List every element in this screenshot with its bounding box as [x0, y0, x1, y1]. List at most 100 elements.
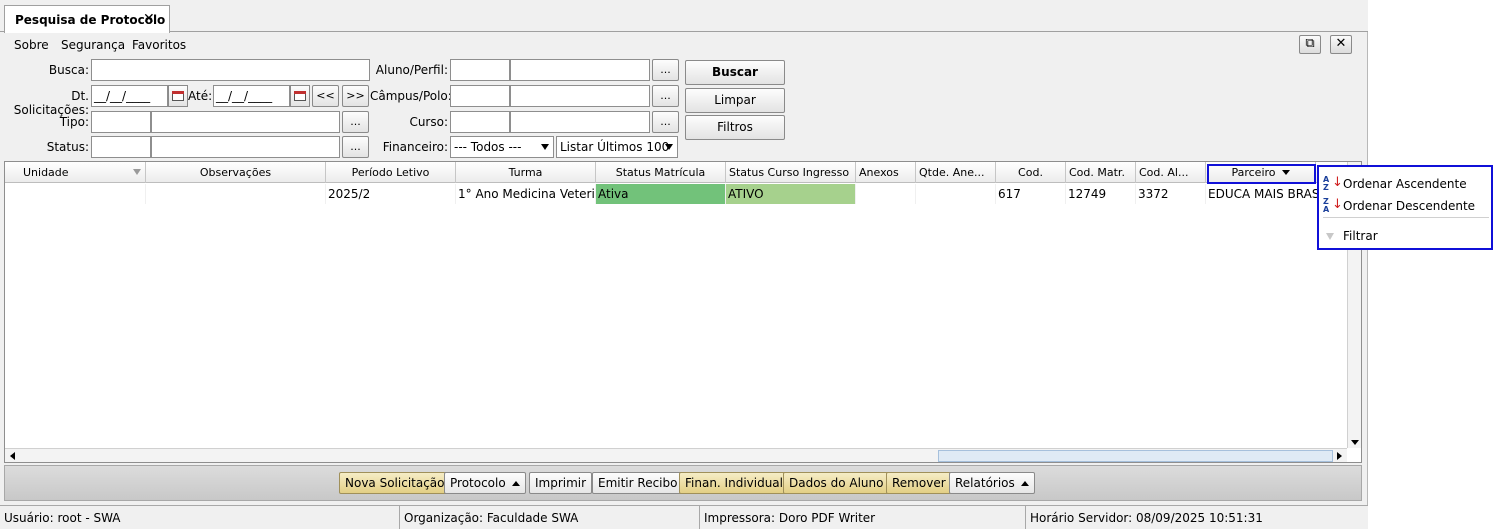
protocol-search-window: Pesquisa de Protocolo ✕ Sobre Segurança …	[0, 0, 1368, 529]
status-bar: Usuário: root - SWA Organização: Faculda…	[0, 505, 1368, 529]
scroll-down-icon[interactable]	[1351, 440, 1359, 445]
tipo-lookup-button[interactable]: ...	[342, 111, 369, 133]
cell-observacoes	[146, 184, 326, 204]
menu-item-ordenar-descendente[interactable]: Z A ↓ Ordenar Descendente	[1319, 195, 1491, 217]
grid-header: Unidade Observações Período Letivo Turma…	[5, 162, 1347, 183]
aluno-lookup-button[interactable]: ...	[652, 59, 679, 81]
close-icon[interactable]: ✕	[143, 11, 155, 27]
chevron-up-icon	[511, 481, 520, 486]
dt-to-input[interactable]: __/__/____	[213, 85, 290, 107]
col-turma[interactable]: Turma	[456, 162, 596, 183]
popout-icon[interactable]: ⧉	[1299, 35, 1321, 54]
campus-code-input[interactable]	[450, 85, 510, 107]
status-impressora: Impressora: Doro PDF Writer	[700, 506, 1026, 529]
limpar-button[interactable]: Limpar	[685, 88, 785, 113]
relatorios-button[interactable]: Relatórios	[949, 472, 1035, 494]
remover-button[interactable]: Remover	[886, 472, 952, 494]
col-status-curso-ingresso[interactable]: Status Curso Ingresso	[726, 162, 856, 183]
menu-sobre[interactable]: Sobre	[14, 38, 49, 52]
cell-qtde-anexos	[916, 184, 996, 204]
protocolo-button[interactable]: Protocolo	[444, 472, 526, 494]
filtros-button[interactable]: Filtros	[685, 115, 785, 140]
menu-bar: Sobre Segurança Favoritos ⧉ ✕	[4, 33, 1362, 55]
tab-strip: Pesquisa de Protocolo ✕	[0, 0, 1368, 33]
aluno-code-input[interactable]	[450, 59, 510, 81]
dados-do-aluno-button[interactable]: Dados do Aluno	[783, 472, 890, 494]
status-lookup-button[interactable]: ...	[342, 136, 369, 158]
aluno-perfil-label: Aluno/Perfil:	[375, 63, 448, 77]
action-toolbar: Nova Solicitação Protocolo Imprimir Emit…	[4, 465, 1362, 501]
menu-item-ordenar-ascendente[interactable]: A Z ↓ Ordenar Ascendente	[1319, 173, 1491, 195]
buscar-button[interactable]: Buscar	[685, 60, 785, 85]
status-desc-input[interactable]	[151, 136, 340, 158]
curso-code-input[interactable]	[450, 111, 510, 133]
calendar-icon[interactable]	[168, 85, 188, 107]
status-label: Status:	[46, 140, 89, 154]
scroll-left-icon[interactable]	[10, 452, 15, 460]
col-qtde-anexos[interactable]: Qtde. Ane...	[916, 162, 996, 183]
tab-pesquisa-protocolo[interactable]: Pesquisa de Protocolo ✕	[4, 5, 170, 33]
campus-name-input[interactable]	[510, 85, 650, 107]
campus-polo-label: Câmpus/Polo:	[370, 89, 452, 103]
sort-descending-icon: Z A ↓	[1323, 197, 1343, 214]
status-usuario: Usuário: root - SWA	[0, 506, 400, 529]
prev-period-button[interactable]: <<	[312, 85, 339, 107]
cell-unidade	[5, 184, 146, 204]
tipo-label: Tipo:	[59, 115, 89, 129]
busca-input[interactable]	[91, 59, 370, 81]
sort-ascending-icon: A Z ↓	[1323, 175, 1343, 192]
curso-lookup-button[interactable]: ...	[652, 111, 679, 133]
status-horario: Horário Servidor: 08/09/2025 10:51:31	[1030, 511, 1263, 525]
horizontal-scrollbar[interactable]	[5, 448, 1347, 462]
tipo-desc-input[interactable]	[151, 111, 340, 133]
scroll-right-icon[interactable]	[1337, 452, 1342, 460]
dt-from-input[interactable]: __/__/____	[91, 85, 168, 107]
col-status-matricula[interactable]: Status Matrícula	[596, 162, 726, 183]
window-close-icon[interactable]: ✕	[1330, 35, 1352, 54]
menu-seguranca[interactable]: Segurança	[61, 38, 125, 52]
finan-individual-button[interactable]: Finan. Individual	[679, 472, 789, 494]
listar-select[interactable]: Listar Últimos 100	[556, 136, 678, 158]
campus-lookup-button[interactable]: ...	[652, 85, 679, 107]
calendar-icon[interactable]	[290, 85, 310, 107]
financeiro-select[interactable]: --- Todos ---	[450, 136, 554, 158]
col-anexos[interactable]: Anexos	[856, 162, 916, 183]
col-cod-matr[interactable]: Cod. Matr.	[1066, 162, 1136, 183]
cell-status-matricula: Ativa	[596, 184, 726, 204]
tipo-code-input[interactable]	[91, 111, 151, 133]
cell-turma: 1° Ano Medicina Veteri...	[456, 184, 596, 204]
scroll-thumb[interactable]	[938, 450, 1333, 462]
cell-cod-aluno: 3372	[1136, 184, 1206, 204]
curso-name-input[interactable]	[510, 111, 650, 133]
menu-separator	[1323, 217, 1489, 218]
busca-label: Busca:	[48, 63, 89, 77]
cell-cod: 617	[996, 184, 1066, 204]
cell-anexos	[856, 184, 916, 204]
financeiro-label: Financeiro:	[382, 140, 448, 154]
nova-solicitacao-button[interactable]: Nova Solicitação	[339, 472, 451, 494]
menu-favoritos[interactable]: Favoritos	[132, 38, 186, 52]
status-organizacao: Organização: Faculdade SWA	[400, 506, 700, 529]
parceiro-highlight	[1207, 164, 1316, 184]
col-observacoes[interactable]: Observações	[146, 162, 326, 183]
col-cod-aluno[interactable]: Cod. Al...	[1136, 162, 1206, 183]
col-cod[interactable]: Cod.	[996, 162, 1066, 183]
aluno-name-input[interactable]	[510, 59, 650, 81]
financeiro-value: --- Todos ---	[454, 140, 522, 154]
filter-icon[interactable]	[133, 169, 141, 175]
ate-label: Até:	[188, 89, 213, 103]
filter-icon	[1326, 233, 1334, 240]
dropdown-arrow-icon	[541, 144, 549, 150]
next-period-button[interactable]: >>	[342, 85, 369, 107]
cell-cod-matr: 12749	[1066, 184, 1136, 204]
status-code-input[interactable]	[91, 136, 151, 158]
column-context-menu: A Z ↓ Ordenar Ascendente Z A ↓ Ordenar Desce…	[1317, 165, 1493, 250]
emitir-recibo-button[interactable]: Emitir Recibo	[592, 472, 684, 494]
menu-item-filtrar[interactable]: Filtrar	[1319, 225, 1491, 247]
imprimir-button[interactable]: Imprimir	[529, 472, 593, 494]
chevron-up-icon	[1020, 481, 1029, 486]
col-periodo-letivo[interactable]: Período Letivo	[326, 162, 456, 183]
cell-periodo-letivo: 2025/2	[326, 184, 456, 204]
cell-status-curso-ingresso: ATIVO	[726, 184, 856, 204]
col-unidade[interactable]: Unidade	[5, 162, 146, 183]
